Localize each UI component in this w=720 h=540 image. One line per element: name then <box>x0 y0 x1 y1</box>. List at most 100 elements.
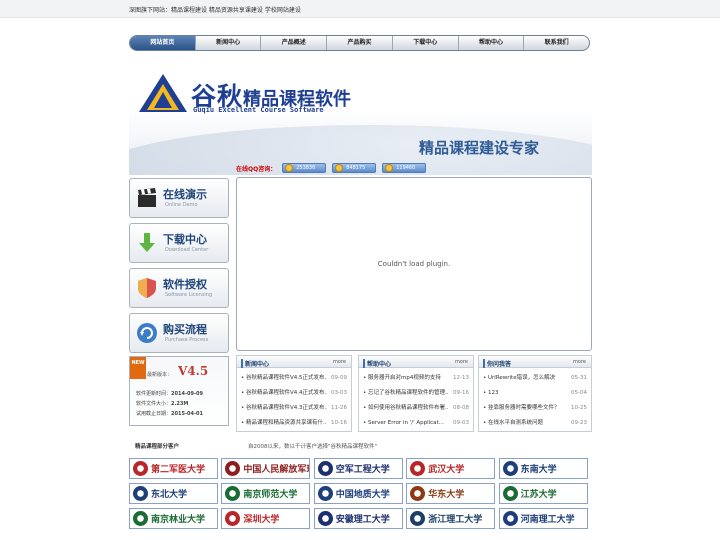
partner-logo[interactable]: 中国人民解放军理工大学 <box>221 458 311 479</box>
qq-icon <box>335 164 344 172</box>
partner-name: 河南理工大学 <box>520 515 575 525</box>
refresh-icon <box>137 323 157 343</box>
qq-button-2[interactable]: 848175 <box>332 163 377 173</box>
partner-logo[interactable]: 华东大学 <box>406 483 496 504</box>
partner-logo[interactable]: 安徽理工大学 <box>313 508 403 529</box>
side-button-subtitle: Online Demo <box>165 202 198 208</box>
partner-name: 江苏大学 <box>520 490 557 500</box>
partner-logo[interactable]: 深圳大学 <box>221 508 311 529</box>
partner-name: 中国地质大学 <box>335 490 390 500</box>
partner-name: 空军工程大学 <box>335 465 390 475</box>
detail-value: 2015-04-01 <box>171 411 203 417</box>
panel-header: 你问我答 more <box>479 356 591 368</box>
partner-logo[interactable]: 第二军医大学 <box>129 458 218 479</box>
partner-logo[interactable]: 空军工程大学 <box>313 458 403 479</box>
partners-description: 自2008以来，数以千计客户选择"谷秋精品课程软件" <box>248 444 378 450</box>
university-seal-icon <box>133 511 148 526</box>
partner-logo[interactable]: 河南理工大学 <box>498 508 588 529</box>
partners-header: 精品课程部分客户 自2008以来，数以千计客户选择"谷秋精品课程软件" <box>129 440 590 452</box>
partner-name: 南京师范大学 <box>243 490 298 500</box>
list-item[interactable]: 精品课程和精品资源共享课有什...10-16 <box>241 416 347 431</box>
partner-name: 安徽理工大学 <box>335 515 390 525</box>
university-seal-icon <box>133 461 148 476</box>
nav-help[interactable]: 帮助中心 <box>459 36 525 50</box>
list-item[interactable]: Server Error in '/' Applicat...09-03 <box>363 416 469 431</box>
logo-english-text: Guqiu Excellent Course Software <box>193 106 324 114</box>
partner-name: 东北大学 <box>151 490 188 500</box>
university-seal-icon <box>317 511 333 526</box>
qq-button-1[interactable]: 253836 <box>282 163 327 173</box>
side-button-subtitle: Software Licensing <box>165 292 213 298</box>
news-list: 谷秋精品课程软件V4.5正式发布...09-09 谷秋精品课程软件V4.4正式发… <box>237 368 351 431</box>
faq-panel: 你问我答 more UrlRewrite错误，怎么解决05-31 12305-0… <box>478 355 592 432</box>
new-tag: NEW <box>130 357 146 379</box>
partner-logo[interactable]: 南京师范大学 <box>221 483 311 504</box>
panel-title: 你问我答 <box>483 359 511 368</box>
more-link[interactable]: more <box>455 359 468 365</box>
side-button-title: 软件授权 <box>163 278 207 291</box>
detail-value: 2.23M <box>171 401 189 407</box>
sister-sites-links[interactable]: 深图旗下网站：精品课程建设 精品资源共享课建设 学校网站建设 <box>129 5 301 14</box>
software-license-button[interactable]: 软件授权 Software Licensing <box>129 268 229 308</box>
detail-label: 试用截止日期： <box>136 411 172 417</box>
partners-title: 精品课程部分客户 <box>135 444 180 450</box>
qq-number: 848175 <box>346 165 366 171</box>
partner-logo[interactable]: 南京林业大学 <box>129 508 218 529</box>
detail-label: 软件更新时间： <box>136 391 172 397</box>
nav-overview[interactable]: 产品概述 <box>261 36 328 50</box>
list-item[interactable]: 谷秋精品课程软件V4.4正式发布...03-03 <box>241 386 347 401</box>
list-item[interactable]: 如何使用谷秋精品课程软件布署...08-08 <box>363 401 469 416</box>
nav-download[interactable]: 下载中心 <box>393 36 459 50</box>
list-item[interactable]: UrlRewrite错误，怎么解决05-31 <box>483 371 587 386</box>
partner-logo[interactable]: 中国地质大学 <box>313 483 403 504</box>
detail-value: 2014-09-09 <box>171 391 203 397</box>
university-seal-icon <box>225 461 241 476</box>
university-seal-icon <box>502 511 518 526</box>
qq-number: 253836 <box>296 165 316 171</box>
more-link[interactable]: more <box>573 359 586 365</box>
university-seal-icon <box>133 486 148 501</box>
purchase-process-button[interactable]: 购买流程 Purchase Process <box>129 313 229 353</box>
detail-label: 软件文件大小： <box>136 401 172 407</box>
list-item[interactable]: 挂靠服务器时需要哪些文件？10-25 <box>483 401 587 416</box>
qq-consult-row: 在线QQ咨询： 253836 848175 119460 <box>236 162 432 174</box>
nav-contact[interactable]: 联系我们 <box>524 36 589 50</box>
qq-button-3[interactable]: 119460 <box>382 163 427 173</box>
partner-logo[interactable]: 浙江理工大学 <box>406 508 496 529</box>
list-item[interactable]: 12305-04 <box>483 386 587 401</box>
news-panel: 新闻中心 more 谷秋精品课程软件V4.5正式发布...09-09 谷秋精品课… <box>236 355 352 432</box>
main-nav: 网站首页 新闻中心 产品概述 产品购买 下载中心 帮助中心 联系我们 <box>129 35 590 51</box>
partner-logo[interactable]: 东南大学 <box>498 458 588 479</box>
list-item[interactable]: 谷秋精品课程软件V4.5正式发布...09-09 <box>241 371 347 386</box>
partner-name: 中国人民解放军理工大学 <box>243 465 309 475</box>
partner-logo[interactable]: 武汉大学 <box>406 458 496 479</box>
online-demo-button[interactable]: 在线演示 Online Demo <box>129 178 229 218</box>
download-center-button[interactable]: 下载中心 Download Center <box>129 223 229 263</box>
partner-logo[interactable]: 东北大学 <box>129 483 218 504</box>
version-detail-row: 软件文件大小：2.23M <box>136 399 203 409</box>
list-item[interactable]: 在线水平自测系统问题09-23 <box>483 416 587 431</box>
university-seal-icon <box>410 511 426 526</box>
side-button-title: 下载中心 <box>163 233 207 246</box>
partner-name: 南京林业大学 <box>151 515 206 525</box>
plugin-error-message: Couldn't load plugin. <box>377 260 451 268</box>
list-item[interactable]: 谷秋精品课程软件V4.3正式发布...11-26 <box>241 401 347 416</box>
nav-home[interactable]: 网站首页 <box>130 36 196 50</box>
top-bar: 深图旗下网站：精品课程建设 精品资源共享课建设 学校网站建设 <box>0 0 720 18</box>
partner-logo[interactable]: 江苏大学 <box>498 483 588 504</box>
download-arrow-icon <box>139 233 155 252</box>
help-panel: 帮助中心 more 服务器开启对mp4视频的支持12-13 忘记了谷秋精品课程软… <box>358 355 474 432</box>
plugin-area[interactable]: Couldn't load plugin. <box>236 177 592 351</box>
side-menu: 在线演示 Online Demo 下载中心 Download Center 软件… <box>129 178 229 358</box>
slogan: 精品课程建设专家 <box>419 139 540 157</box>
nav-news[interactable]: 新闻中心 <box>196 36 262 50</box>
more-link[interactable]: more <box>333 359 346 365</box>
version-detail-row: 软件更新时间：2014-09-09 <box>136 389 203 399</box>
list-item[interactable]: 服务器开启对mp4视频的支持12-13 <box>363 371 469 386</box>
side-button-title: 在线演示 <box>163 188 207 201</box>
version-details: 软件更新时间：2014-09-09 软件文件大小：2.23M 试用截止日期：20… <box>136 389 203 419</box>
nav-purchase[interactable]: 产品购买 <box>327 36 393 50</box>
list-item[interactable]: 忘记了谷秋精品课程软件的管理...09-16 <box>363 386 469 401</box>
university-seal-icon <box>225 486 241 501</box>
version-detail-row: 试用截止日期：2015-04-01 <box>136 409 203 419</box>
